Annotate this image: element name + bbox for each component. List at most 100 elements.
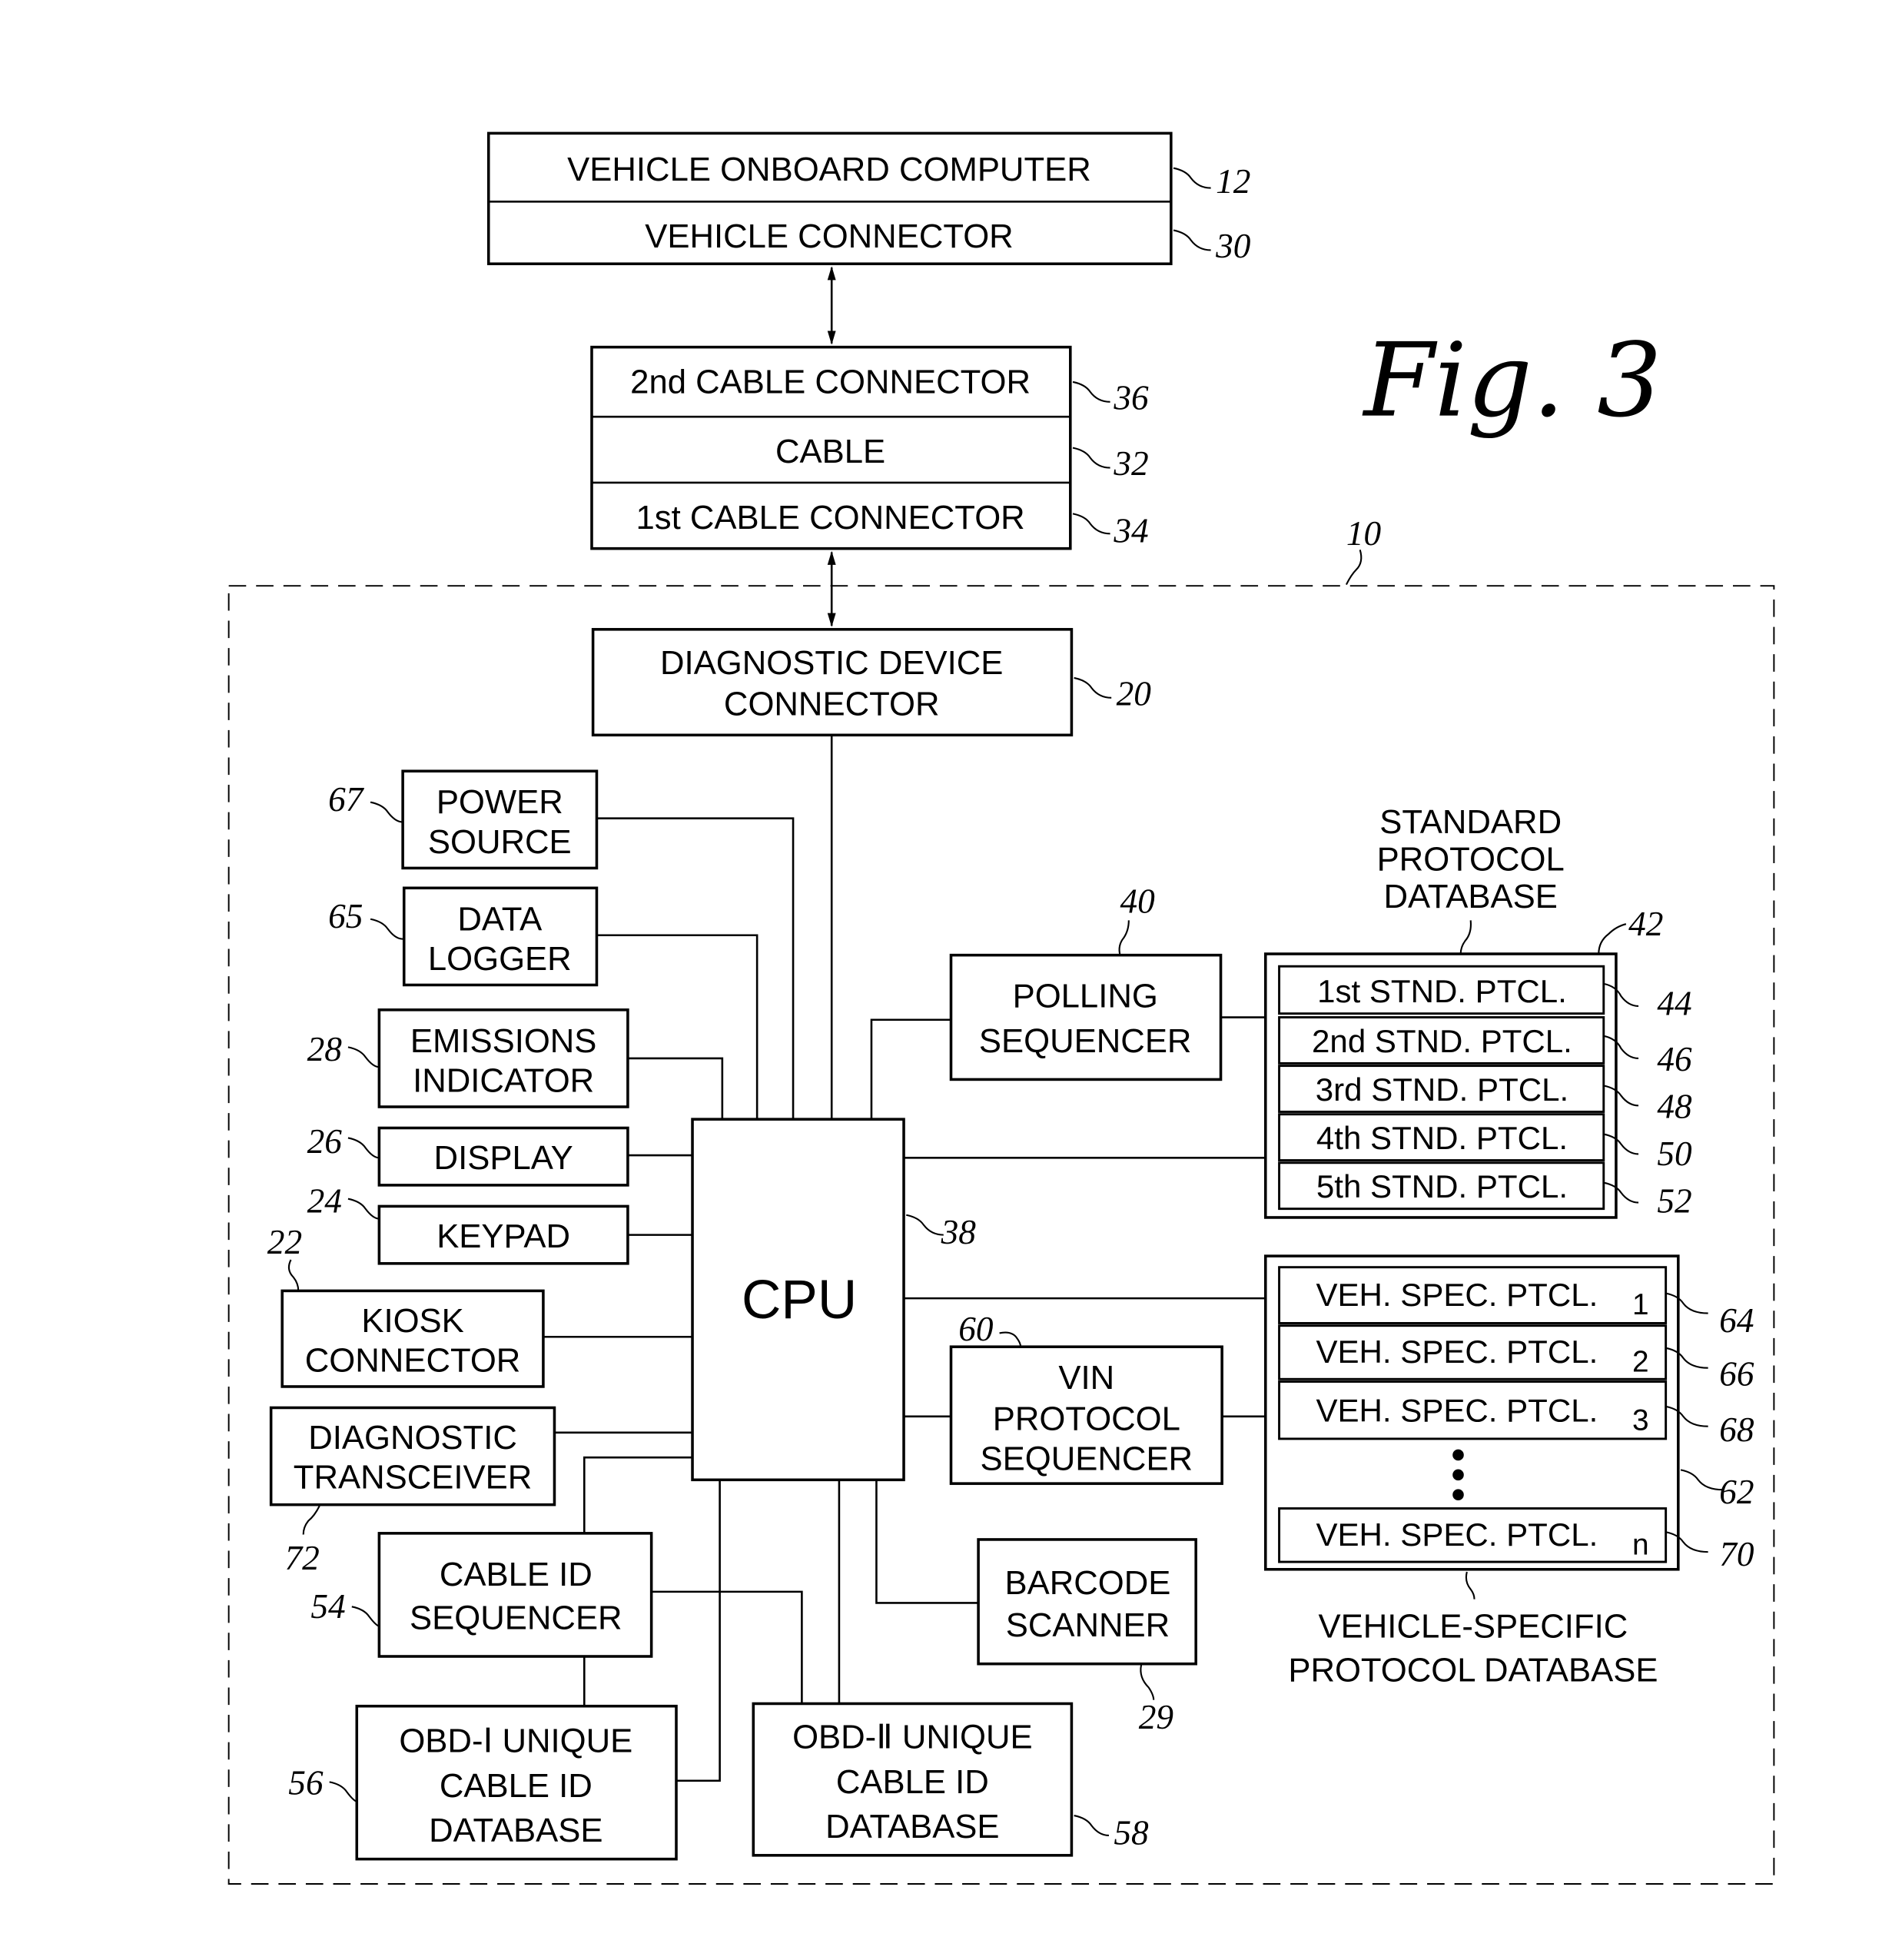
- kiosk-connector-line-2: CONNECTOR: [305, 1342, 521, 1380]
- ellipsis-dot: [1452, 1469, 1464, 1481]
- polling-sequencer-line-1: POLLING: [1013, 978, 1158, 1015]
- ref-48: 48: [1657, 1088, 1692, 1126]
- ref-50: 50: [1657, 1134, 1692, 1173]
- vin-protocol-sequencer-line-3: SEQUENCER: [981, 1440, 1193, 1477]
- vehicle-specific-db-caption-2: PROTOCOL DATABASE: [1288, 1651, 1658, 1689]
- display-label: DISPLAY: [434, 1139, 573, 1177]
- polling-sequencer-block: POLLING SEQUENCER 40: [949, 882, 1223, 1081]
- cable-id-sequencer-block: CABLE ID SEQUENCER 54: [310, 1532, 653, 1658]
- data-logger-line-2: LOGGER: [428, 940, 572, 978]
- barcode-scanner-wire: [875, 1480, 979, 1604]
- vehicle-specific-row-label: VEH. SPEC. PTCL.: [1316, 1517, 1598, 1553]
- power-source-line-1: POWER: [436, 783, 563, 821]
- barcode-scanner-line-1: BARCODE: [1004, 1564, 1170, 1602]
- standard-protocol-row-label: 3rd STND. PTCL.: [1316, 1071, 1568, 1108]
- cable-id-sequencer-line-1: CABLE ID: [440, 1556, 593, 1593]
- vin-protocol-sequencer-block: VIN PROTOCOL SEQUENCER 60: [949, 1310, 1223, 1485]
- cable-label: CABLE: [775, 433, 885, 470]
- power-source-block: POWER SOURCE 67: [328, 769, 599, 870]
- ref-72: 72: [284, 1539, 319, 1577]
- diagnostic-device-connector-line-1: DIAGNOSTIC DEVICE: [660, 644, 1003, 682]
- obd2-database-line-3: DATABASE: [825, 1808, 999, 1845]
- standard-db-caption-3: DATABASE: [1383, 878, 1557, 915]
- ref-22: 22: [267, 1223, 302, 1261]
- emissions-indicator-line-2: INDICATOR: [413, 1062, 594, 1100]
- first-cable-connector-label: 1st CABLE CONNECTOR: [636, 499, 1024, 537]
- ref-40: 40: [1120, 882, 1156, 921]
- vehicle-specific-row-label: VEH. SPEC. PTCL.: [1316, 1392, 1598, 1428]
- ref-26: 26: [307, 1122, 343, 1161]
- ref-46: 46: [1657, 1040, 1692, 1078]
- vehicle-specific-db-caption-1: VEHICLE-SPECIFIC: [1319, 1608, 1628, 1646]
- diagnostic-device-connector-line-2: CONNECTOR: [724, 685, 940, 723]
- vehicle-specific-row-label: VEH. SPEC. PTCL.: [1316, 1334, 1598, 1370]
- obd1-database-wire: [676, 1480, 721, 1782]
- ref-34: 34: [1113, 512, 1148, 550]
- cable-id-sequencer-line-2: SEQUENCER: [410, 1599, 622, 1636]
- vehicle-specific-row-subscript: 3: [1632, 1404, 1649, 1437]
- obd1-database-line-1: OBD-Ⅰ UNIQUE: [399, 1722, 632, 1760]
- vehicle-specific-row-subscript: n: [1632, 1528, 1649, 1561]
- barcode-scanner-line-2: SCANNER: [1006, 1606, 1170, 1644]
- standard-db-caption-2: PROTOCOL: [1377, 841, 1565, 879]
- ref-10: 10: [1346, 514, 1382, 553]
- ref-29: 29: [1139, 1698, 1173, 1736]
- ref-30: 30: [1215, 227, 1251, 265]
- emissions-indicator-wire: [627, 1057, 724, 1120]
- block-diagram: Fig. 3 VEHICLE ONBOARD COMPUTER VEHICLE …: [227, 131, 1775, 1885]
- vehicle-specific-protocol-database: VEH. SPEC. PTCL. 1 64 VEH. SPEC. PTCL. 2…: [1263, 1254, 1754, 1689]
- obd2-database-line-2: CABLE ID: [836, 1763, 989, 1801]
- data-logger-block: DATA LOGGER 65: [328, 886, 599, 987]
- diagnostic-transceiver-line-2: TRANSCEIVER: [294, 1459, 533, 1497]
- standard-protocol-row-label: 5th STND. PTCL.: [1316, 1168, 1568, 1204]
- vehicle-specific-protocol-row: VEH. SPEC. PTCL. 3 68: [1278, 1380, 1754, 1449]
- keypad-label: KEYPAD: [436, 1218, 570, 1255]
- obd2-database-block: OBD-Ⅱ UNIQUE CABLE ID DATABASE 58: [752, 1702, 1149, 1857]
- ref-52: 52: [1657, 1182, 1691, 1221]
- cpu-label-text: CPU: [742, 1270, 857, 1330]
- vehicle-onboard-computer-block: VEHICLE ONBOARD COMPUTER VEHICLE CONNECT…: [486, 131, 1251, 265]
- vin-protocol-sequencer-line-2: PROTOCOL: [993, 1400, 1180, 1438]
- emissions-indicator-block: EMISSIONS INDICATOR 28: [307, 1008, 629, 1108]
- standard-db-caption-1: STANDARD: [1379, 803, 1562, 841]
- ellipsis-dot: [1452, 1449, 1464, 1461]
- standard-protocol-row: 1st STND. PTCL. 44: [1278, 965, 1692, 1022]
- vehicle-specific-row-subscript: 1: [1632, 1288, 1649, 1321]
- ref-42: 42: [1628, 905, 1663, 943]
- data-logger-line-1: DATA: [457, 900, 543, 938]
- standard-protocol-row-label: 2nd STND. PTCL.: [1312, 1023, 1572, 1059]
- vin-protocol-sequencer-line-1: VIN: [1058, 1359, 1114, 1397]
- cable-id-sequencer-cpu-wire: [583, 1456, 693, 1533]
- vehicle-onboard-computer-label: VEHICLE ONBOARD COMPUTER: [567, 151, 1091, 188]
- standard-protocol-database: STANDARD PROTOCOL DATABASE 42 1st STND. …: [1263, 803, 1692, 1221]
- cable-id-sequencer-obd2-wire: [651, 1590, 803, 1704]
- ref-68: 68: [1719, 1410, 1754, 1449]
- ref-64: 64: [1719, 1301, 1754, 1340]
- second-cable-connector-label: 2nd CABLE CONNECTOR: [630, 363, 1031, 400]
- ref-28: 28: [307, 1030, 343, 1068]
- cpu-block: CPU 38: [691, 1118, 977, 1482]
- ellipsis-dot: [1452, 1489, 1464, 1500]
- ref-20: 20: [1117, 674, 1152, 713]
- kiosk-connector-line-1: KIOSK: [361, 1302, 463, 1340]
- ref-60: 60: [958, 1310, 994, 1348]
- power-source-line-2: SOURCE: [428, 823, 572, 861]
- ref-70: 70: [1719, 1535, 1754, 1573]
- display-block: DISPLAY 26: [307, 1122, 629, 1187]
- vehicle-specific-row-subscript: 2: [1632, 1346, 1649, 1379]
- vehicle-specific-row-label: VEH. SPEC. PTCL.: [1316, 1277, 1598, 1313]
- figure-title: Fig. 3: [1363, 322, 1662, 440]
- ref-62: 62: [1719, 1473, 1754, 1511]
- ref-44: 44: [1657, 984, 1691, 1022]
- keypad-block: KEYPAD 24: [307, 1182, 629, 1265]
- ref-56: 56: [288, 1764, 324, 1802]
- obd1-database-block: OBD-Ⅰ UNIQUE CABLE ID DATABASE 56: [288, 1704, 678, 1861]
- ref-58: 58: [1114, 1813, 1149, 1852]
- obd1-database-line-3: DATABASE: [429, 1812, 602, 1849]
- ref-38: 38: [941, 1213, 977, 1251]
- ref-36: 36: [1113, 379, 1149, 417]
- ref-32: 32: [1113, 444, 1148, 483]
- standard-protocol-row-label: 1st STND. PTCL.: [1317, 973, 1567, 1009]
- ref-12: 12: [1216, 162, 1250, 201]
- standard-protocol-row-label: 4th STND. PTCL.: [1316, 1120, 1568, 1156]
